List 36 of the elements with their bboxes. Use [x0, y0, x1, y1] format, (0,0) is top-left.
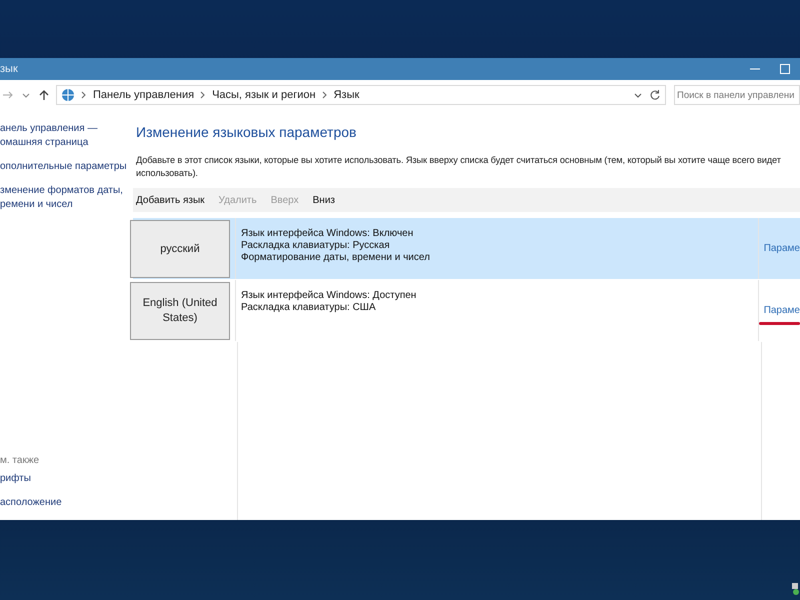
- globe-icon: [61, 88, 75, 102]
- up-arrow-icon[interactable]: [38, 89, 50, 101]
- language-detail: Язык интерфейса Windows: Доступен: [241, 290, 418, 302]
- page-heading: Изменение языковых параметров: [136, 124, 358, 140]
- sidebar-link[interactable]: ополнительные параметры: [0, 160, 128, 174]
- description-text: использовать).: [136, 167, 198, 180]
- chevron-right-icon: [200, 91, 206, 99]
- toolbar-button[interactable]: Вниз: [312, 194, 335, 206]
- language-row[interactable]: русский Язык интерфейса Windows: Включен Раскладка клавиатуры: Русская Форматирование даты, времени и чисел Параме: [133, 218, 800, 280]
- search-field[interactable]: Поиск в панели управлени: [674, 85, 800, 105]
- sidebar-link[interactable]: анель управления — омашняя страница: [0, 122, 128, 150]
- toolbar-button[interactable]: Добавить язык: [136, 194, 205, 206]
- language-tile[interactable]: English (United States): [130, 282, 230, 340]
- language-detail: Форматирование даты, времени и чисел: [241, 252, 431, 264]
- language-detail: Раскладка клавиатуры: США: [241, 302, 377, 314]
- address-bar[interactable]: Панель управления Часы, язык и регион Язык: [56, 85, 666, 105]
- window-title: зык: [0, 63, 19, 75]
- options-link[interactable]: Параме: [764, 305, 800, 316]
- breadcrumb[interactable]: Панель управления: [93, 89, 194, 101]
- chevron-right-icon: [322, 91, 328, 99]
- sidebar-link[interactable]: зменение форматов даты, ремени и чисел: [0, 184, 128, 212]
- language-row[interactable]: English (United States) Язык интерфейса Windows: Доступен Раскладка клавиатуры: США Параме: [133, 280, 800, 342]
- chevron-right-icon: [81, 91, 87, 99]
- breadcrumb[interactable]: Часы, язык и регион: [212, 89, 316, 101]
- language-tile[interactable]: русский: [130, 220, 230, 278]
- sidebar-link[interactable]: асположение: [0, 496, 128, 510]
- description-text: Добавьте в этот список языки, которые вы хотите использовать. Язык вверху списка будет считаться основным (тем, который вы хотите чаще всего видет: [136, 154, 781, 167]
- see-also-heading: м. также: [0, 455, 40, 466]
- options-link[interactable]: Параме: [764, 243, 800, 254]
- sidebar-link[interactable]: рифты: [0, 472, 128, 486]
- refresh-icon[interactable]: [649, 89, 661, 101]
- tray-icon[interactable]: [790, 582, 800, 596]
- breadcrumb[interactable]: Язык: [334, 89, 360, 101]
- language-detail: Язык интерфейса Windows: Включен: [241, 228, 414, 240]
- maximize-icon: [780, 64, 790, 74]
- language-detail: Раскладка клавиатуры: Русская: [241, 240, 391, 252]
